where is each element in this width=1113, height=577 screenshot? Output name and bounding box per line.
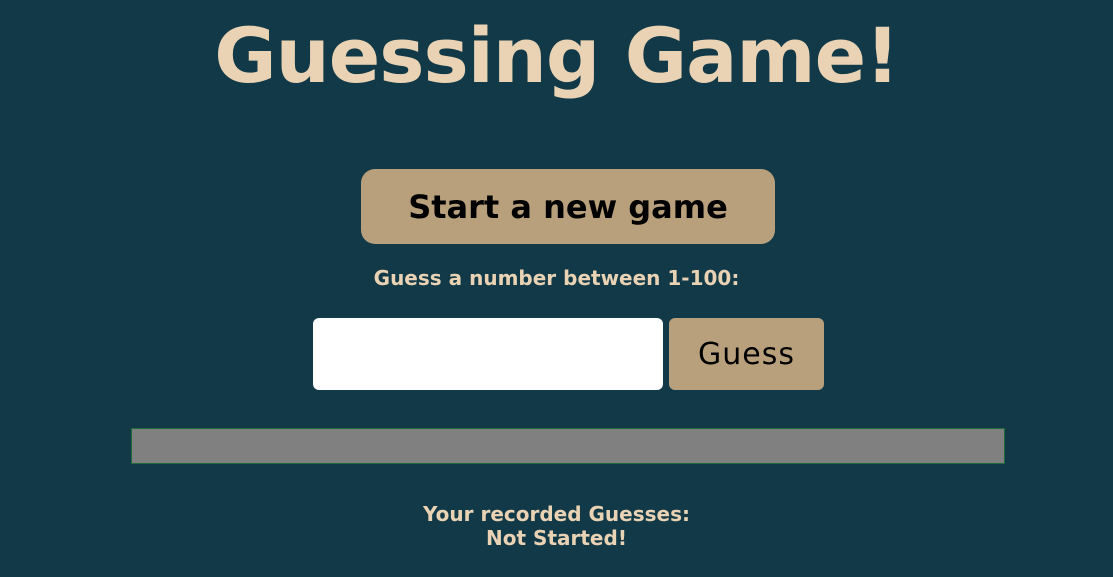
guess-prompt: Guess a number between 1-100: (373, 266, 740, 290)
page-title: Guessing Game! (214, 11, 900, 100)
guess-button[interactable]: Guess (669, 318, 824, 390)
guess-input[interactable] (313, 318, 663, 390)
feedback-bar (131, 428, 1005, 464)
recorded-guesses: Your recorded Guesses: Not Started! (0, 502, 1113, 550)
recorded-guesses-label: Your recorded Guesses: (423, 502, 690, 526)
start-new-game-button[interactable]: Start a new game (361, 169, 775, 244)
recorded-guesses-status: Not Started! (486, 526, 627, 550)
